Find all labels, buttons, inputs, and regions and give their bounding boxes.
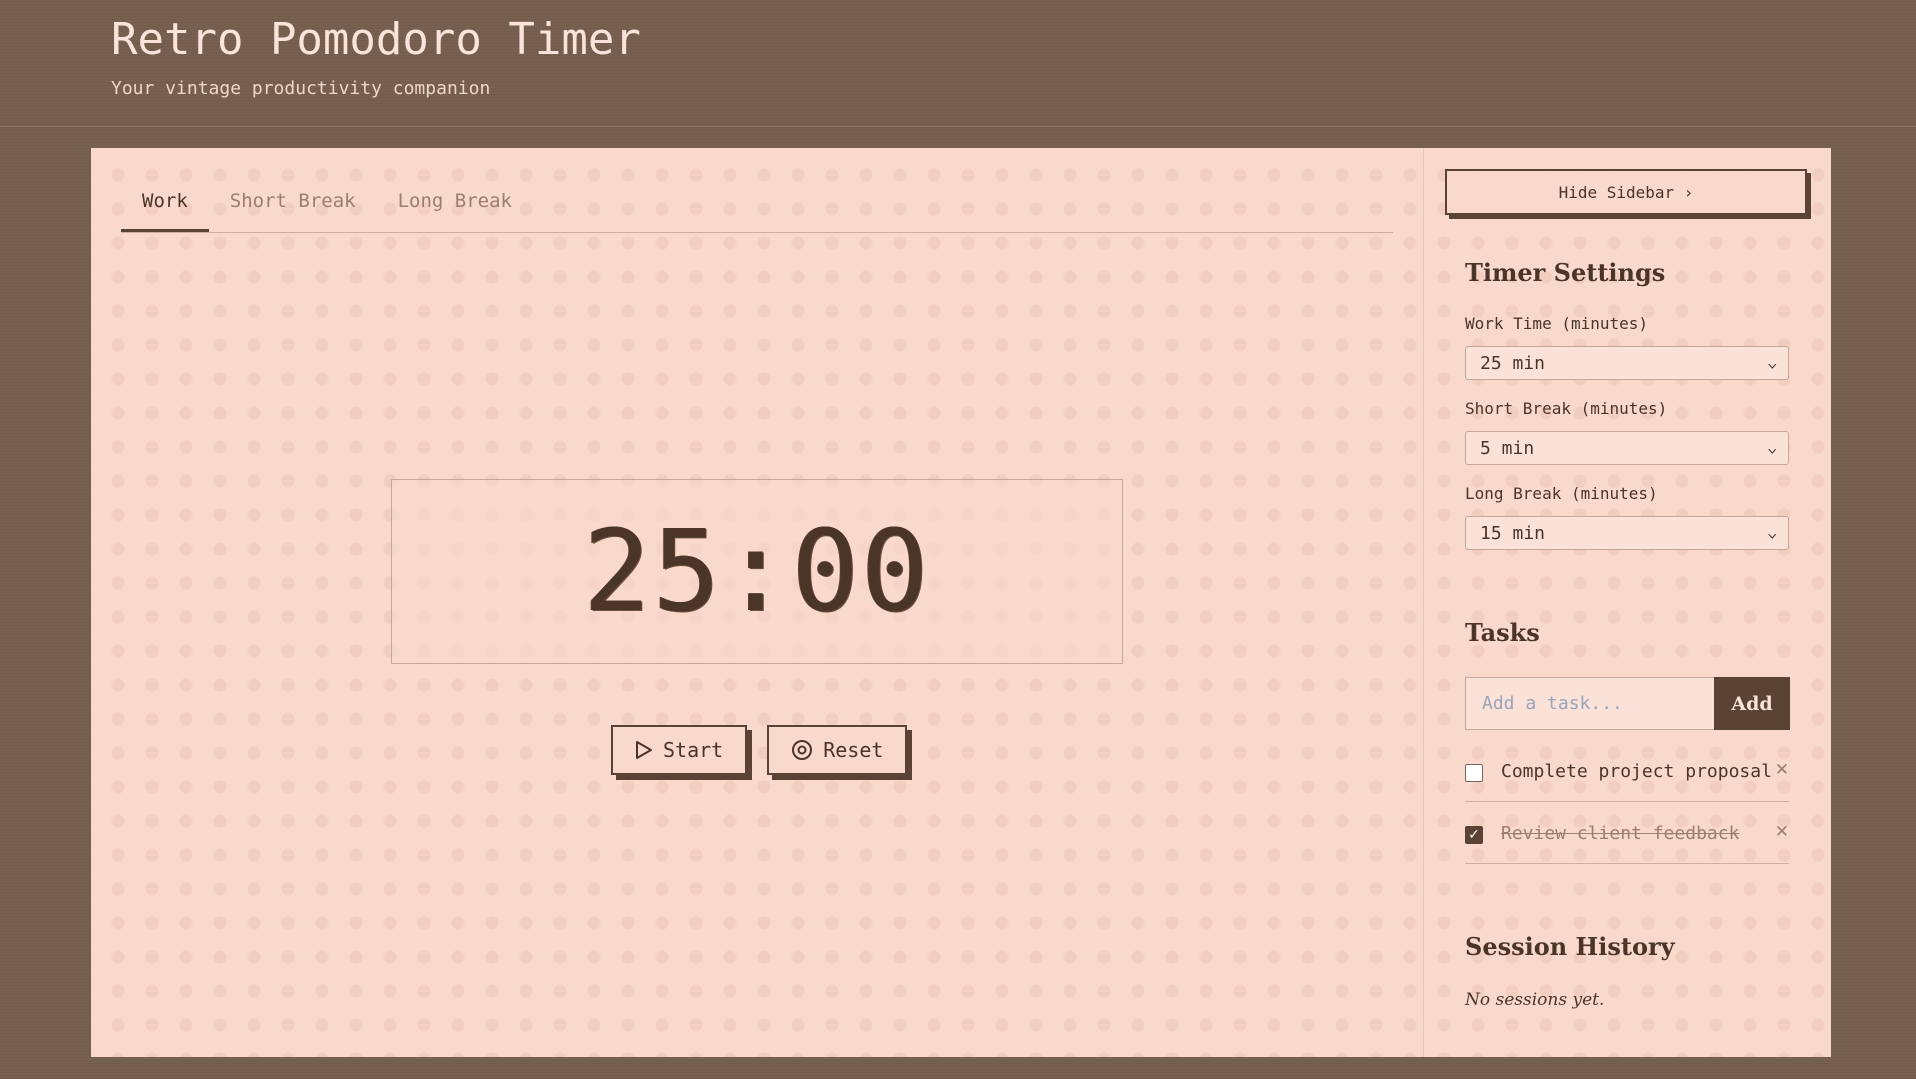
task-checkbox[interactable]: ✓ xyxy=(1465,826,1483,844)
tab-short-break[interactable]: Short Break xyxy=(209,172,377,230)
chevron-down-icon: ⌄ xyxy=(1766,440,1778,456)
app-header: Retro Pomodoro Timer Your vintage produc… xyxy=(0,0,1916,127)
short-break-select[interactable]: 5 min ⌄ xyxy=(1465,431,1789,465)
timer-controls: Start Reset xyxy=(611,725,908,775)
work-time-label: Work Time (minutes) xyxy=(1465,314,1649,333)
task-checkbox[interactable] xyxy=(1465,764,1483,782)
app-subtitle: Your vintage productivity companion xyxy=(111,78,491,99)
long-break-value: 15 min xyxy=(1480,522,1546,544)
tab-work[interactable]: Work xyxy=(121,172,209,232)
task-item: Complete project proposal ✕ xyxy=(1465,740,1789,802)
chevron-down-icon: ⌄ xyxy=(1766,355,1778,371)
tasks-title: Tasks xyxy=(1465,618,1540,647)
timer-display: 25:00 xyxy=(391,479,1123,664)
long-break-label: Long Break (minutes) xyxy=(1465,484,1658,503)
reset-button[interactable]: Reset xyxy=(767,725,908,775)
main-card: Work Short Break Long Break 25:00 Start … xyxy=(91,148,1831,1057)
mode-tabs: Work Short Break Long Break xyxy=(121,172,1393,233)
tab-long-break[interactable]: Long Break xyxy=(377,172,533,230)
timer-panel: Work Short Break Long Break 25:00 Start … xyxy=(91,148,1423,1057)
start-button[interactable]: Start xyxy=(611,725,748,775)
timer-countdown: 25:00 xyxy=(583,506,931,637)
work-time-value: 25 min xyxy=(1480,352,1546,374)
timer-settings-title: Timer Settings xyxy=(1465,258,1666,287)
add-task-button[interactable]: Add xyxy=(1714,677,1790,730)
reset-icon xyxy=(791,739,813,761)
task-input[interactable] xyxy=(1465,677,1714,730)
reset-button-label: Reset xyxy=(823,738,884,762)
close-icon[interactable]: ✕ xyxy=(1775,822,1789,842)
hide-sidebar-button[interactable]: Hide Sidebar › xyxy=(1445,169,1807,215)
task-item: ✓ Review client feedback ✕ xyxy=(1465,802,1789,864)
long-break-select[interactable]: 15 min ⌄ xyxy=(1465,516,1789,550)
task-text: Complete project proposal xyxy=(1501,761,1772,782)
start-button-label: Start xyxy=(663,738,724,762)
task-text: Review client feedback xyxy=(1501,823,1740,844)
app-title: Retro Pomodoro Timer xyxy=(111,14,641,65)
work-time-select[interactable]: 25 min ⌄ xyxy=(1465,346,1789,380)
chevron-down-icon: ⌄ xyxy=(1766,525,1778,541)
close-icon[interactable]: ✕ xyxy=(1775,760,1789,780)
sidebar: Hide Sidebar › Timer Settings Work Time … xyxy=(1423,148,1832,1057)
session-history-title: Session History xyxy=(1465,932,1675,961)
short-break-value: 5 min xyxy=(1480,437,1535,459)
play-icon xyxy=(635,740,653,760)
short-break-label: Short Break (minutes) xyxy=(1465,399,1668,418)
session-history-empty: No sessions yet. xyxy=(1465,990,1605,1010)
